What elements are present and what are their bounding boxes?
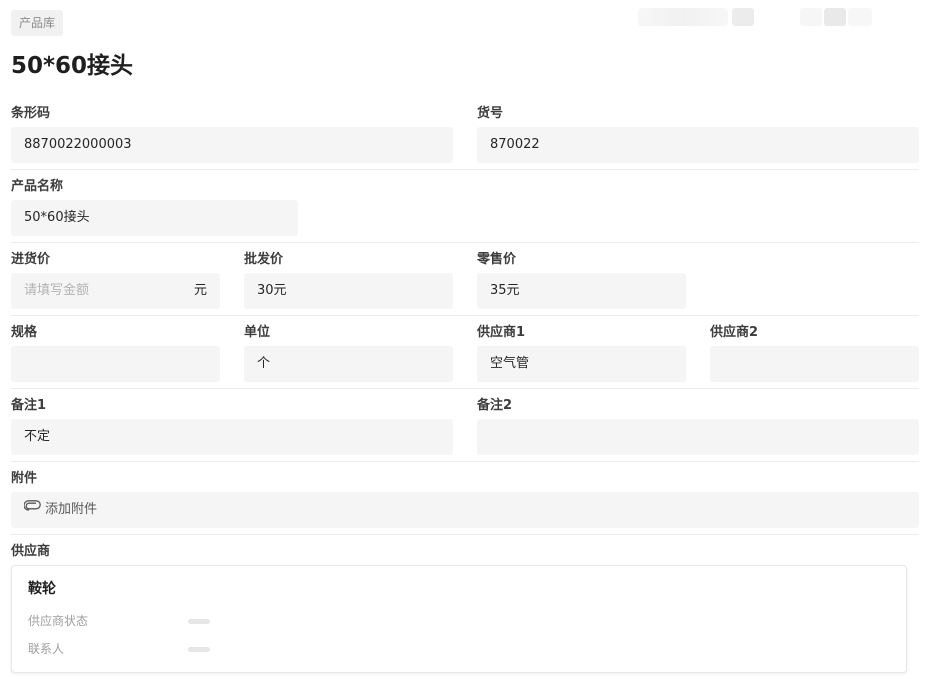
remark1-field[interactable]: 不定 <box>11 419 453 455</box>
product-name-field[interactable]: 50*60接头 <box>11 200 298 236</box>
wholesale-price-field[interactable]: 30元 <box>244 273 453 309</box>
supplier-section-label: 供应商 <box>11 544 51 559</box>
page-title: 50*60接头 <box>11 53 134 79</box>
item-no-label: 货号 <box>477 106 504 121</box>
header-action-placeholder[interactable] <box>848 8 872 26</box>
supplier2-field[interactable] <box>710 346 919 382</box>
spec-label: 规格 <box>11 325 38 340</box>
divider <box>11 242 919 243</box>
currency-unit: 元 <box>193 283 207 298</box>
supplier2-label: 供应商2 <box>710 325 759 340</box>
header-action-placeholder[interactable] <box>824 8 846 26</box>
item-no-field[interactable]: 870022 <box>477 127 919 163</box>
spec-field[interactable] <box>11 346 220 382</box>
header-action-placeholder[interactable] <box>638 8 728 26</box>
unit-label: 单位 <box>244 325 271 340</box>
add-attachment-button[interactable]: 添加附件 <box>11 492 919 528</box>
header-action-placeholder[interactable] <box>800 8 822 26</box>
supplier-card-name: 鞍轮 <box>28 581 56 597</box>
supplier-status-value <box>188 619 210 624</box>
divider <box>11 315 919 316</box>
barcode-label: 条形码 <box>11 106 51 121</box>
add-attachment-label: 添加附件 <box>45 502 98 517</box>
supplier1-label: 供应商1 <box>477 325 526 340</box>
purchase-price-label: 进货价 <box>11 252 51 267</box>
remark1-label: 备注1 <box>11 398 47 413</box>
divider <box>11 388 919 389</box>
remark2-field[interactable] <box>477 419 919 455</box>
contact-value <box>188 647 210 652</box>
paperclip-icon <box>23 491 41 527</box>
product-name-label: 产品名称 <box>11 179 64 194</box>
unit-field[interactable]: 个 <box>244 346 453 382</box>
retail-price-field[interactable]: 35元 <box>477 273 686 309</box>
retail-price-label: 零售价 <box>477 252 517 267</box>
supplier1-field[interactable]: 空气管 <box>477 346 686 382</box>
supplier-status-label: 供应商状态 <box>28 614 89 628</box>
barcode-field[interactable]: 8870022000003 <box>11 127 453 163</box>
purchase-price-field[interactable]: 请填写金额 元 <box>11 273 220 309</box>
divider <box>11 169 919 170</box>
header-action-placeholder[interactable] <box>732 8 754 26</box>
divider <box>11 534 919 535</box>
supplier-card[interactable]: 鞍轮 供应商状态 联系人 <box>11 565 907 673</box>
wholesale-price-label: 批发价 <box>244 252 284 267</box>
remark2-label: 备注2 <box>477 398 513 413</box>
contact-label: 联系人 <box>28 642 65 656</box>
purchase-price-placeholder: 请填写金额 <box>24 283 90 298</box>
attachment-label: 附件 <box>11 471 38 486</box>
breadcrumb-tag[interactable]: 产品库 <box>11 10 64 36</box>
divider <box>11 461 919 462</box>
